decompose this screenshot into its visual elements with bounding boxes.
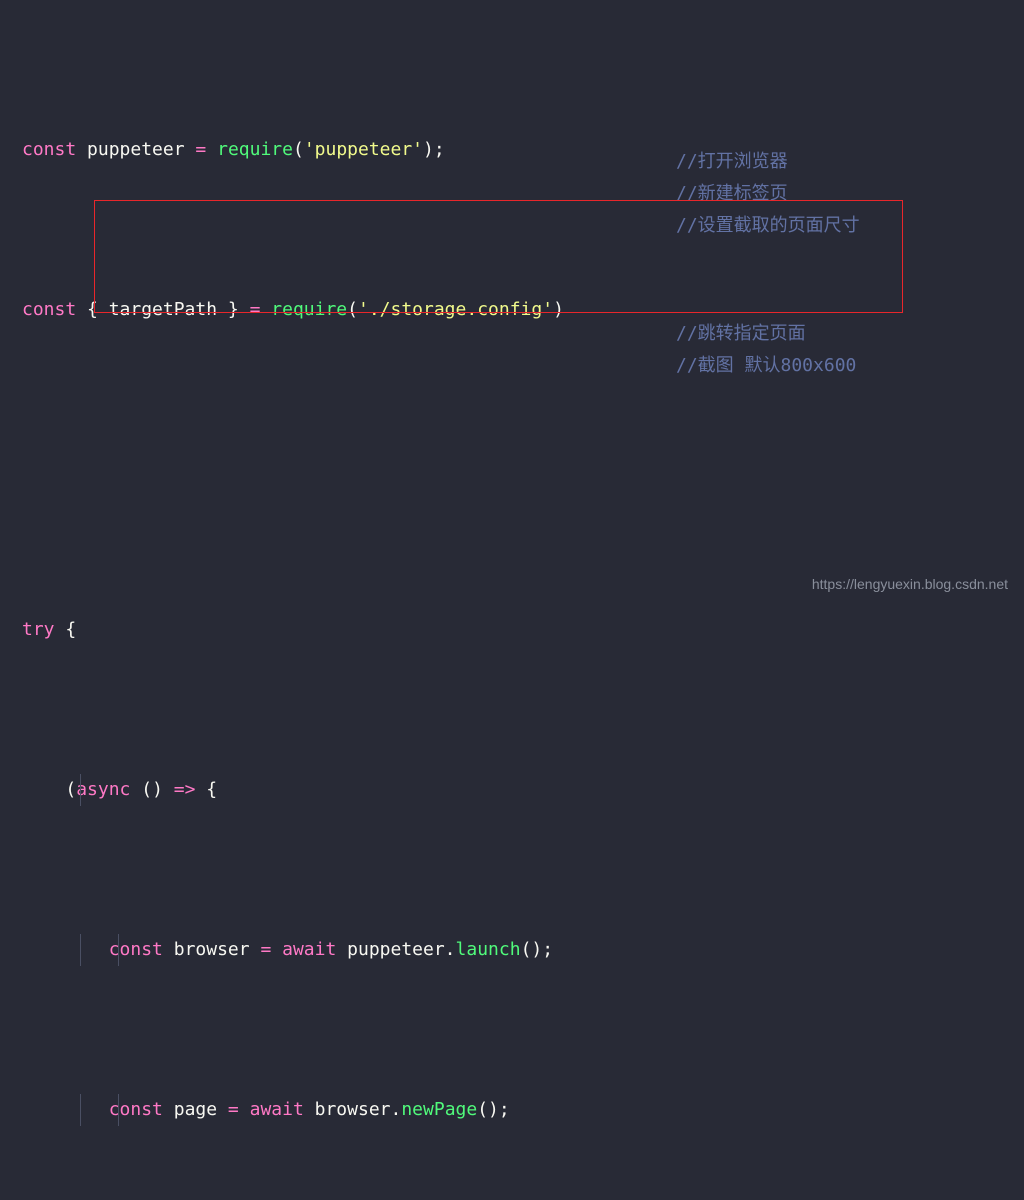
keyword-const: const (22, 139, 77, 160)
brace-open: { (195, 779, 218, 800)
operator-equals: = (195, 139, 207, 160)
function-require: require (271, 299, 348, 320)
comment-set-viewport-size: //设置截取的页面尺寸 (676, 215, 860, 236)
code-content[interactable]: const puppeteer = require('puppeteer'); … (0, 6, 1024, 1200)
operator-equals: = (227, 1099, 239, 1120)
keyword-const: const (108, 1099, 163, 1120)
identifier-page: page (162, 1099, 228, 1120)
code-line: (async () => { (0, 774, 1024, 806)
semicolon: ; (433, 139, 445, 160)
string-literal: 'puppeteer' (303, 139, 424, 160)
object-puppeteer: puppeteer. (336, 939, 456, 960)
watermark-url: https://lengyuexin.blog.csdn.net (811, 576, 1008, 592)
keyword-await: await (238, 1099, 304, 1120)
indent-guide (80, 774, 81, 806)
brace-close: } (217, 299, 250, 320)
paren-open: ( (347, 299, 358, 320)
identifier-targetpath: targetPath (108, 299, 218, 320)
code-editor: const puppeteer = require('puppeteer'); … (0, 0, 1024, 1126)
arrow-args: () (130, 779, 174, 800)
comment-open-browser: //打开浏览器 (676, 151, 788, 172)
brace-open: { (54, 619, 77, 640)
keyword-const: const (108, 939, 163, 960)
paren-close: ) (423, 139, 434, 160)
indent-guide (118, 1094, 119, 1126)
object-browser: browser. (303, 1099, 402, 1120)
keyword-try: try (22, 619, 55, 640)
operator-equals: = (260, 939, 272, 960)
indent-guide (80, 934, 81, 966)
comment-screenshot-default: //截图 默认800x600 (676, 355, 857, 376)
identifier-puppeteer: puppeteer (87, 139, 185, 160)
call-parens: (); (520, 939, 554, 960)
call-parens: (); (477, 1099, 510, 1120)
operator-equals: = (249, 299, 261, 320)
identifier-browser: browser (162, 939, 261, 960)
indent-guide (80, 1094, 81, 1126)
code-line: try { (0, 614, 1024, 646)
paren-close: ) (553, 299, 564, 320)
method-launch: launch (455, 939, 521, 960)
indent-guide (118, 934, 119, 966)
string-literal: './storage.config' (357, 299, 554, 320)
arrow-operator: => (173, 779, 196, 800)
keyword-async: async (76, 779, 131, 800)
keyword-const: const (22, 299, 77, 320)
code-line: const { targetPath } = require('./storag… (0, 294, 1024, 326)
comment-goto-page: //跳转指定页面 (676, 323, 806, 344)
paren-open: ( (65, 779, 77, 800)
code-line: const page = await browser.newPage(); (0, 1094, 1024, 1126)
paren-open: ( (292, 139, 304, 160)
code-line: const puppeteer = require('puppeteer'); (0, 134, 1024, 166)
code-line: const browser = await puppeteer.launch()… (0, 934, 1024, 966)
brace-open: { (76, 299, 109, 320)
function-require: require (217, 139, 293, 160)
keyword-await: await (271, 939, 337, 960)
comment-new-tab: //新建标签页 (676, 183, 788, 204)
method-newpage: newPage (401, 1099, 478, 1120)
